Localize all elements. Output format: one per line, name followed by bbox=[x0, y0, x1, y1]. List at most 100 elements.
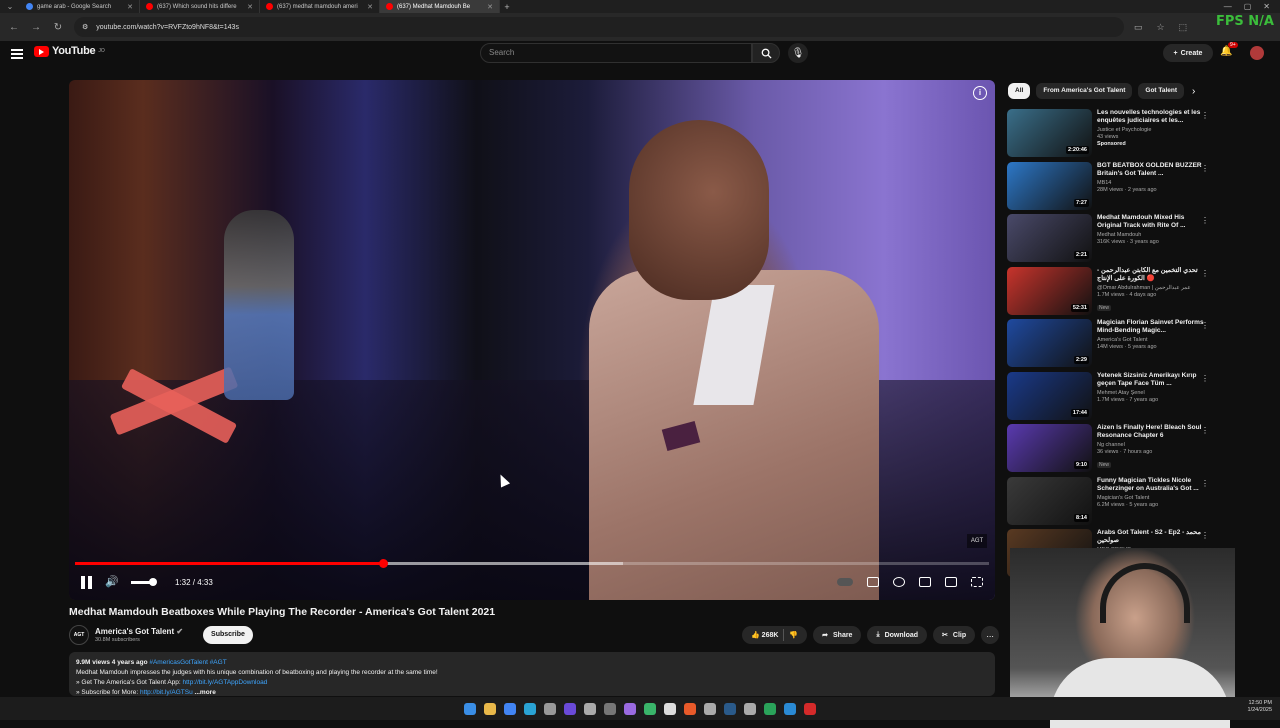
recommendation-item[interactable]: 7:27 BGT BEATBOX GOLDEN BUZZER Britain's … bbox=[1007, 161, 1209, 212]
pause-button[interactable] bbox=[81, 575, 93, 589]
video-thumbnail[interactable]: 7:27 bbox=[1007, 161, 1092, 210]
recommendation-channel[interactable]: Magician's Got Talent bbox=[1097, 495, 1207, 501]
extensions-icon[interactable]: ⬚ bbox=[1179, 22, 1188, 33]
taskbar-app-icon[interactable] bbox=[604, 702, 616, 715]
more-options-icon[interactable]: ⋮ bbox=[1201, 321, 1209, 330]
recommendation-channel[interactable]: @Omar Abdulrahman | عمر عبدالرحمن bbox=[1097, 285, 1207, 291]
taskbar-app-icon[interactable] bbox=[724, 702, 736, 715]
search-button[interactable] bbox=[752, 43, 780, 63]
taskbar-app-icon[interactable] bbox=[764, 702, 776, 715]
taskbar-app-icon[interactable] bbox=[644, 702, 656, 715]
recommendation-channel[interactable]: America's Got Talent bbox=[1097, 337, 1207, 343]
taskbar-app-icon[interactable] bbox=[704, 702, 716, 715]
channel-avatar[interactable]: AGT bbox=[69, 625, 89, 645]
close-tab-icon[interactable]: ✕ bbox=[367, 3, 373, 11]
youtube-logo[interactable]: YouTube JO bbox=[34, 45, 105, 57]
back-icon[interactable]: ← bbox=[8, 22, 20, 33]
more-options-icon[interactable]: ⋮ bbox=[1201, 111, 1209, 120]
bookmark-star-icon[interactable]: ☆ bbox=[1157, 22, 1165, 33]
recommendation-title[interactable]: Aizen Is Finally Here! Bleach Soul Reson… bbox=[1097, 424, 1207, 440]
more-options-icon[interactable]: ⋮ bbox=[1201, 269, 1209, 278]
tab-search-icon[interactable]: ⌄ bbox=[0, 0, 20, 13]
taskbar-app-icon[interactable] bbox=[524, 702, 536, 715]
recommendation-item[interactable]: 52:31 تحدي التخمين مع الكابتن عبدالرحمن -… bbox=[1007, 266, 1209, 317]
description-box[interactable]: 9.9M views 4 years ago #AmericasGotTalen… bbox=[69, 652, 995, 696]
autoplay-toggle[interactable] bbox=[837, 578, 853, 586]
minimize-icon[interactable]: — bbox=[1224, 2, 1232, 11]
create-button[interactable]: + Create bbox=[1163, 44, 1213, 62]
recommendation-channel[interactable]: MB14 bbox=[1097, 180, 1207, 186]
cast-icon[interactable] bbox=[945, 577, 957, 587]
volume-slider[interactable] bbox=[131, 577, 157, 586]
search-input[interactable]: Search bbox=[480, 43, 752, 63]
recommendation-channel[interactable]: Ng channel bbox=[1097, 442, 1207, 448]
taskbar-app-icon[interactable] bbox=[504, 702, 516, 715]
show-more-button[interactable]: ...more bbox=[195, 689, 216, 696]
close-tab-icon[interactable]: ✕ bbox=[487, 3, 493, 11]
more-options-icon[interactable]: ⋮ bbox=[1201, 164, 1209, 173]
voice-search-button[interactable]: 🎙 bbox=[788, 43, 808, 63]
taskbar-app-icon[interactable] bbox=[784, 702, 796, 715]
progress-bar[interactable] bbox=[75, 559, 989, 568]
recommendation-item[interactable]: 2:20:46 Les nouvelles technologies et les… bbox=[1007, 109, 1209, 159]
taskbar-app-icon[interactable] bbox=[804, 702, 816, 715]
recommendation-item[interactable]: 2:21 Medhat Mamdouh Mixed His Original Tr… bbox=[1007, 214, 1209, 264]
video-thumbnail[interactable]: 52:31 bbox=[1007, 266, 1092, 315]
taskbar-app-icon[interactable] bbox=[544, 702, 556, 715]
recommendation-title[interactable]: Medhat Mamdouh Mixed His Original Track … bbox=[1097, 214, 1207, 230]
more-options-icon[interactable]: ⋮ bbox=[1201, 531, 1209, 540]
taskbar-app-icon[interactable] bbox=[624, 702, 636, 715]
more-options-icon[interactable]: ⋮ bbox=[1201, 374, 1209, 383]
taskbar-app-icon[interactable] bbox=[484, 702, 496, 715]
taskbar-app-icon[interactable] bbox=[564, 702, 576, 715]
recommendation-item[interactable]: 2:29 Magician Florian Sainvet Performs Mi… bbox=[1007, 319, 1209, 369]
recommendation-title[interactable]: Funny Magician Tickles Nicole Scherzinge… bbox=[1097, 477, 1207, 493]
taskbar-app-icon[interactable] bbox=[464, 702, 476, 715]
taskbar-app-icon[interactable] bbox=[664, 702, 676, 715]
close-tab-icon[interactable]: ✕ bbox=[127, 3, 133, 11]
video-thumbnail[interactable]: 17:44 bbox=[1007, 371, 1092, 420]
close-window-icon[interactable]: ✕ bbox=[1263, 2, 1270, 11]
scrubber-handle[interactable] bbox=[379, 559, 389, 568]
notifications-button[interactable]: 🔔 9+ bbox=[1220, 42, 1238, 60]
menu-icon[interactable] bbox=[11, 47, 23, 59]
settings-gear-icon[interactable] bbox=[893, 577, 905, 587]
recommendation-title[interactable]: Les nouvelles technologies et les enquêt… bbox=[1097, 109, 1207, 125]
video-thumbnail[interactable]: 2:20:46 bbox=[1007, 109, 1092, 157]
recommendation-channel[interactable]: Medhat Mamdouh bbox=[1097, 232, 1207, 238]
channel-name[interactable]: America's Got Talent ✔ bbox=[95, 627, 183, 636]
taskbar-app-icon[interactable] bbox=[744, 702, 756, 715]
recommendation-channel[interactable]: Mehmet Atay Şenel bbox=[1097, 390, 1207, 396]
dislike-button[interactable]: 👎 bbox=[789, 631, 798, 639]
recommendation-item[interactable]: 17:44 Yetenek Sizsiniz Amerikayı Kırıp ge… bbox=[1007, 371, 1209, 422]
more-actions-button[interactable]: ... bbox=[981, 626, 1000, 644]
captions-icon[interactable] bbox=[867, 577, 879, 587]
filter-chip[interactable]: From America's Got Talent bbox=[1036, 83, 1133, 99]
account-avatar[interactable] bbox=[1250, 46, 1264, 60]
cast-icon[interactable]: ▭ bbox=[1134, 22, 1143, 33]
subscribe-link[interactable]: http://bit.ly/AGTSu bbox=[140, 689, 193, 696]
more-options-icon[interactable]: ⋮ bbox=[1201, 426, 1209, 435]
video-player[interactable]: i AGT 🔊 1:32 / 4:33 bbox=[69, 80, 995, 600]
recommendation-title[interactable]: Yetenek Sizsiniz Amerikayı Kırıp geçen T… bbox=[1097, 372, 1207, 388]
clip-button[interactable]: ✂ Clip bbox=[933, 626, 976, 644]
filter-chip[interactable]: Got Talent bbox=[1138, 83, 1185, 99]
recommendation-item[interactable]: 8:14 Funny Magician Tickles Nicole Scherz… bbox=[1007, 476, 1209, 527]
video-thumbnail[interactable]: 2:29 bbox=[1007, 319, 1092, 367]
recommendation-title[interactable]: Arabs Got Talent - S2 - Ep2 - محمد صولحي… bbox=[1097, 529, 1207, 545]
app-link[interactable]: http://bit.ly/AGTAppDownload bbox=[183, 679, 268, 686]
filter-chip[interactable]: All bbox=[1008, 83, 1031, 99]
site-info-icon[interactable]: ⚙ bbox=[82, 23, 88, 31]
browser-tab[interactable]: (637) Which sound hits differe ✕ bbox=[140, 0, 260, 13]
maximize-icon[interactable]: ▢ bbox=[1244, 2, 1252, 11]
subscribe-button[interactable]: Subscribe bbox=[203, 626, 253, 644]
fullscreen-icon[interactable] bbox=[971, 577, 983, 587]
browser-tab[interactable]: (637) medhat mamdouh ameri ✕ bbox=[260, 0, 380, 13]
video-thumbnail[interactable]: 9:10 bbox=[1007, 424, 1092, 472]
recommendation-channel[interactable]: Justice et Psychologie bbox=[1097, 127, 1207, 133]
miniplayer-icon[interactable] bbox=[919, 577, 931, 587]
more-options-icon[interactable]: ⋮ bbox=[1201, 479, 1209, 488]
download-button[interactable]: ⤓ Download bbox=[867, 626, 928, 644]
browser-tab[interactable]: game arab - Google Search ✕ bbox=[20, 0, 140, 13]
browser-tab[interactable]: (637) Medhat Mamdouh Be ✕ bbox=[380, 0, 500, 13]
